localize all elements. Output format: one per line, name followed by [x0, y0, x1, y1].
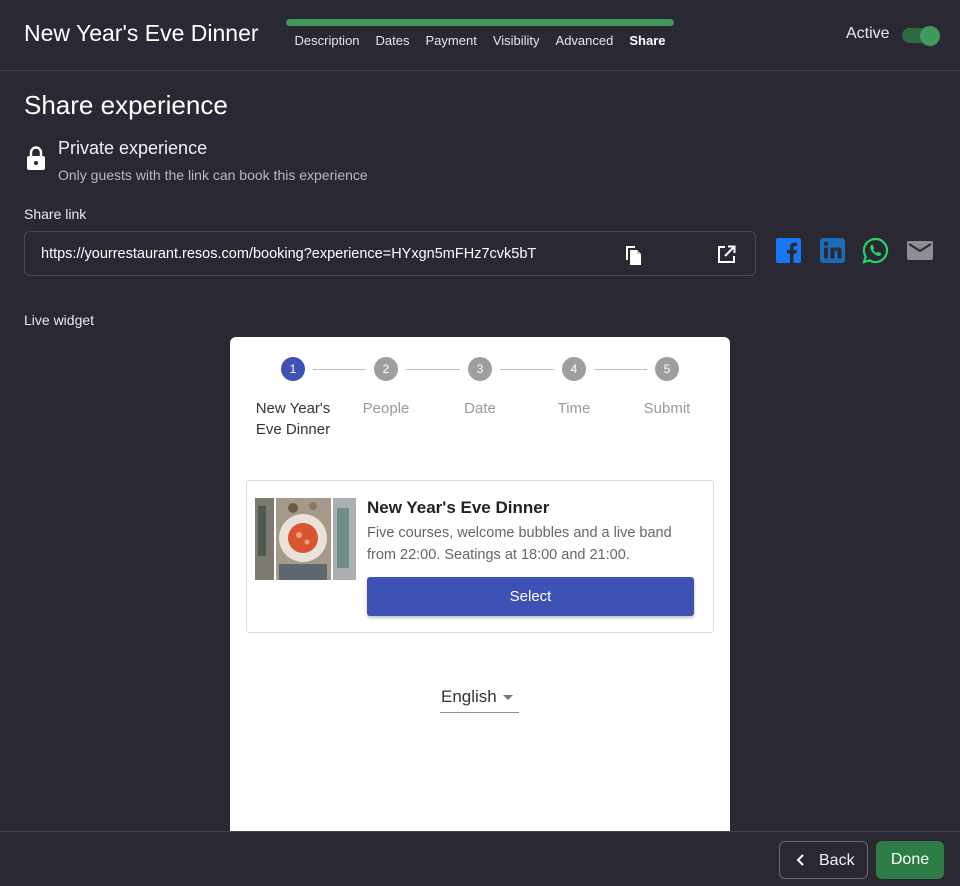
lock-icon — [27, 146, 45, 170]
widget-step-1-label: New Year's Eve Dinner — [255, 400, 331, 438]
wizard-progress-fill — [286, 19, 674, 26]
email-icon[interactable] — [906, 237, 933, 264]
live-widget-preview: 1 2 3 4 5 New Year's Eve Dinner People D… — [230, 337, 730, 831]
widget-step-2-label: People — [362, 400, 410, 417]
header-bar: New Year's Eve Dinner Description Dates … — [0, 0, 960, 71]
private-experience-title: Private experience — [58, 138, 208, 158]
done-button[interactable]: Done — [876, 841, 944, 879]
stepper-connector — [594, 369, 647, 370]
step-advanced[interactable]: Advanced — [548, 33, 622, 48]
experience-title: New Year's Eve Dinner — [24, 20, 259, 46]
widget-step-4-label: Time — [557, 400, 591, 417]
active-label: Active — [846, 25, 890, 42]
copy-icon[interactable] — [623, 244, 643, 266]
widget-step-1-circle[interactable]: 1 — [281, 357, 305, 381]
widget-step-3-circle[interactable]: 3 — [468, 357, 492, 381]
stepper-connector — [500, 369, 554, 370]
language-value: English — [441, 687, 497, 706]
step-visibility[interactable]: Visibility — [485, 33, 548, 48]
open-external-icon[interactable] — [717, 245, 736, 264]
select-button[interactable]: Select — [367, 577, 694, 616]
widget-step-5-label: Submit — [643, 400, 691, 417]
stepper-connector — [313, 369, 366, 370]
experience-card: New Year's Eve Dinner Five courses, welc… — [246, 480, 714, 633]
widget-step-5-circle[interactable]: 5 — [655, 357, 679, 381]
step-description[interactable]: Description — [287, 33, 368, 48]
step-dates[interactable]: Dates — [368, 33, 418, 48]
experience-card-title: New Year's Eve Dinner — [367, 498, 550, 517]
language-select[interactable]: English — [440, 677, 519, 713]
back-button[interactable]: Back — [779, 841, 868, 879]
share-link-text[interactable]: https://yourrestaurant.resos.com/booking… — [41, 246, 536, 262]
widget-step-3-label: Date — [464, 400, 496, 417]
widget-step-2-circle[interactable]: 2 — [374, 357, 398, 381]
private-experience-subtitle: Only guests with the link can book this … — [58, 167, 368, 183]
step-payment[interactable]: Payment — [418, 33, 485, 48]
stepper-connector — [406, 369, 460, 370]
footer-bar: Back Done — [0, 831, 960, 886]
facebook-icon[interactable] — [775, 237, 802, 264]
live-widget-label: Live widget — [24, 312, 95, 328]
step-share[interactable]: Share — [621, 33, 673, 48]
wizard-steps-nav: Description Dates Payment Visibility Adv… — [286, 33, 674, 48]
share-link-field[interactable]: https://yourrestaurant.resos.com/booking… — [24, 231, 756, 276]
active-toggle[interactable] — [902, 26, 940, 46]
chevron-left-icon — [796, 854, 804, 866]
wizard-progress-bar — [286, 19, 674, 26]
linkedin-icon[interactable] — [819, 237, 846, 264]
experience-card-description: Five courses, welcome bubbles and a live… — [367, 525, 672, 563]
whatsapp-icon[interactable] — [862, 237, 889, 264]
section-title: Share experience — [24, 90, 228, 120]
share-link-label: Share link — [24, 206, 87, 222]
caret-down-icon — [503, 695, 513, 700]
toggle-knob — [920, 26, 940, 46]
widget-step-4-circle[interactable]: 4 — [562, 357, 586, 381]
experience-thumbnail — [255, 498, 356, 580]
back-button-label: Back — [819, 852, 855, 869]
